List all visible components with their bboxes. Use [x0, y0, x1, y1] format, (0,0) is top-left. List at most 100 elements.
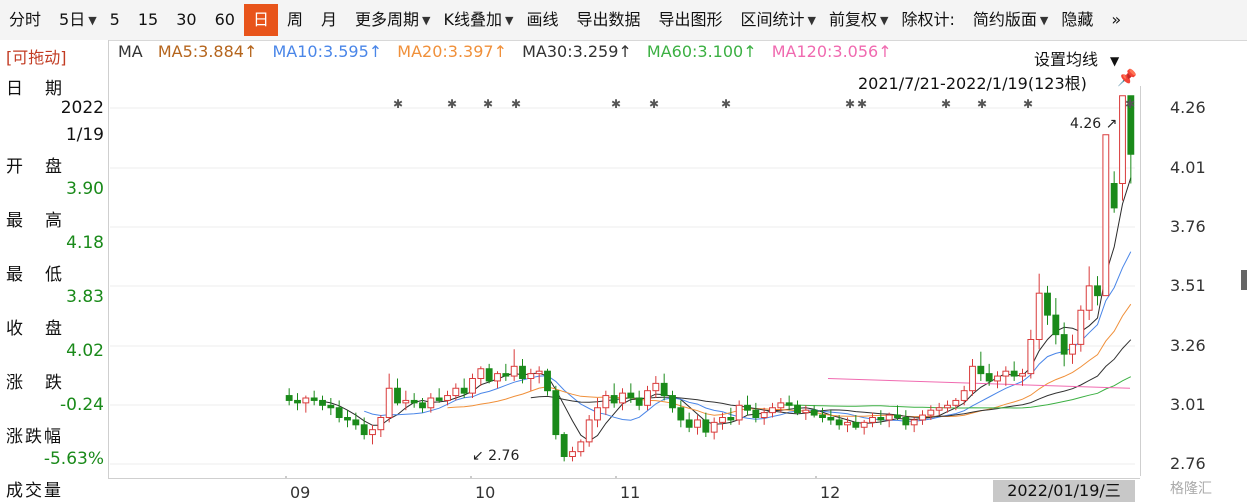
candle-body	[394, 387, 401, 404]
candle-body	[552, 390, 560, 436]
candle-body	[435, 397, 443, 401]
pct-change-label: 涨跌幅	[6, 427, 63, 447]
candle-body	[494, 373, 501, 382]
chevron-down-icon[interactable]: ▼	[422, 14, 434, 27]
event-marker-icon: ✱	[483, 97, 493, 111]
candle-body	[827, 417, 835, 421]
price-annotation: 4.26 ↗	[1070, 116, 1117, 132]
period-toolbar: 分时 5日 ▼ 5 15 30 60 日周月更多周期 ▼ K线叠加 ▼ 画线 导出数据 导出图形 区间统计 ▼…	[0, 0, 1247, 41]
ma5-legend: MA5:3.884↑	[157, 42, 258, 61]
low-value: 3.83	[66, 287, 104, 307]
period-tab[interactable]: 区间统计	[731, 4, 813, 36]
candle-body	[694, 419, 701, 428]
candle-body	[335, 407, 343, 418]
period-tab[interactable]: 导出数据	[567, 4, 649, 36]
candle-body	[419, 402, 426, 409]
y-tick-label: 4.26	[1170, 98, 1206, 117]
candle-body	[1035, 292, 1043, 340]
candle-body	[769, 407, 776, 414]
drag-handle[interactable]: [可拖动]	[6, 44, 67, 68]
ma60-legend: MA60:3.100↑	[646, 42, 757, 61]
period-tab[interactable]: 15	[129, 4, 167, 36]
candle-body	[635, 397, 643, 406]
ma-settings-button[interactable]: 设置均线 ▼	[1034, 46, 1119, 70]
scroll-handle[interactable]	[1241, 270, 1247, 290]
period-tab[interactable]: 日	[243, 4, 278, 36]
period-tab[interactable]: K线叠加	[434, 4, 511, 36]
open-label: 开盘	[6, 157, 84, 177]
candle-body	[1044, 292, 1051, 316]
candle-body	[802, 409, 810, 414]
candle-body	[285, 395, 293, 401]
candle-body	[994, 375, 1001, 382]
candle-body	[894, 414, 901, 418]
candle-body	[594, 407, 601, 421]
candle-body	[510, 365, 518, 377]
x-tick-label: 12	[820, 483, 841, 502]
cursor-date: 2022/01/19/三	[993, 480, 1135, 502]
candle-body	[960, 390, 968, 401]
candle-body	[794, 404, 801, 414]
event-marker-icon: ✱	[977, 97, 987, 111]
ma30-legend: MA30:3.259↑	[522, 42, 632, 61]
candle-body	[785, 402, 793, 406]
candle-body	[602, 395, 610, 409]
candle-body	[344, 417, 351, 421]
x-tick-label: 11	[620, 483, 641, 502]
period-tab[interactable]: 月	[312, 4, 346, 36]
chevron-down-icon[interactable]: ▼	[1040, 14, 1052, 27]
candle-body	[610, 395, 618, 404]
candle-body	[427, 397, 435, 409]
candle-body	[860, 421, 868, 428]
ma20-legend: MA20:3.397↑	[397, 42, 507, 61]
period-tab[interactable]: 60	[206, 4, 244, 36]
candle-body	[1102, 134, 1110, 297]
period-tab[interactable]: 画线	[517, 4, 567, 36]
chevron-down-icon[interactable]: ▼	[880, 14, 892, 27]
candle-body	[877, 417, 885, 421]
candle-body	[910, 419, 918, 426]
more-icon[interactable]: »	[1102, 4, 1130, 36]
candle-body	[310, 397, 318, 401]
period-tab[interactable]: 隐藏	[1052, 4, 1102, 36]
period-tab[interactable]: 除权计:	[892, 4, 963, 36]
candle-body	[1002, 370, 1010, 377]
chevron-down-icon[interactable]: ▼	[808, 14, 820, 27]
period-tab[interactable]: 导出图形	[649, 4, 731, 36]
period-tab[interactable]: 更多周期	[346, 4, 428, 36]
pin-icon[interactable]: 📌	[1117, 68, 1137, 87]
candle-body	[919, 414, 926, 421]
candle-body	[777, 402, 785, 409]
candle-body	[1085, 285, 1093, 311]
candle-body	[1110, 183, 1118, 209]
candle-body	[360, 424, 368, 436]
period-tab[interactable]: 简约版面	[964, 4, 1046, 36]
chevron-down-icon[interactable]: ▼	[505, 14, 517, 27]
candle-body	[560, 434, 568, 457]
candle-body	[869, 417, 876, 423]
candle-body	[535, 370, 543, 375]
event-marker-icon: ✱	[845, 97, 855, 111]
candle-body	[652, 382, 660, 392]
candle-body	[452, 387, 460, 397]
candle-body	[885, 414, 893, 421]
candle-body	[969, 365, 976, 392]
candle-body	[977, 365, 985, 375]
period-tab[interactable]: 周	[278, 4, 312, 36]
y-tick-label: 3.26	[1170, 336, 1206, 355]
candle-body	[810, 409, 818, 416]
event-marker-icon: ✱	[611, 97, 621, 111]
chevron-down-icon[interactable]: ▼	[88, 14, 100, 27]
candle-body	[485, 368, 493, 382]
date-label: 日期	[6, 79, 84, 99]
candle-body	[760, 412, 768, 418]
chevron-down-icon: ▼	[1110, 54, 1120, 68]
x-tick-label: 09	[290, 483, 311, 502]
change-label: 涨跌	[6, 373, 84, 393]
close-label: 收盘	[6, 319, 84, 339]
period-tab[interactable]: 前复权	[820, 4, 886, 36]
candle-body	[527, 373, 535, 379]
period-tab[interactable]: 分时	[0, 4, 50, 36]
period-tab[interactable]: 30	[167, 4, 205, 36]
period-tab[interactable]: 5	[101, 4, 129, 36]
